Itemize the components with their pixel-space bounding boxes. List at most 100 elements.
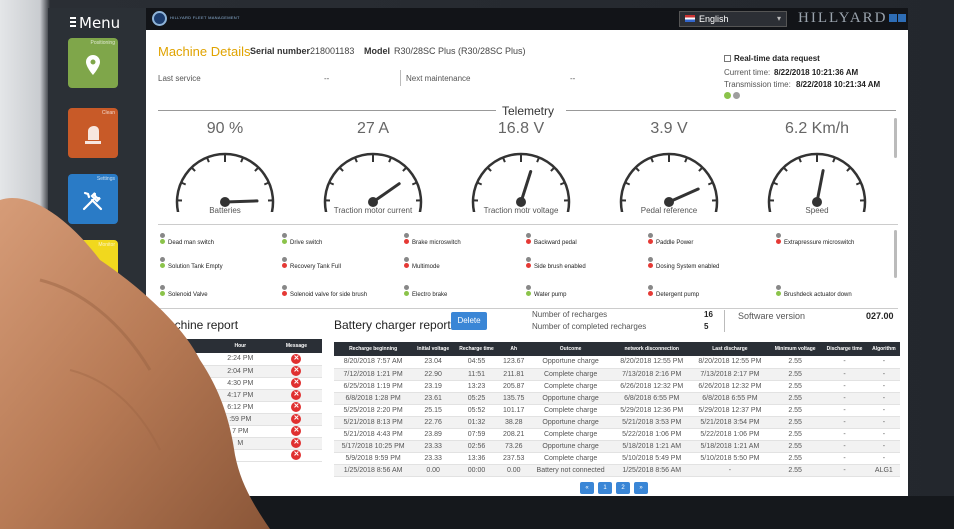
column-header[interactable]: Message (270, 339, 322, 353)
gauge-dial (175, 152, 275, 212)
gauge-label: Batteries (209, 206, 241, 215)
table-cell: - (821, 356, 868, 369)
table-cell: 205.87 (498, 380, 529, 393)
table-cell: 6/25/2018 1:19 PM (334, 380, 413, 393)
error-icon[interactable]: ✕ (291, 426, 302, 436)
column-header[interactable]: Initial voltage (412, 342, 455, 356)
table-cell: 04:55 (454, 356, 499, 369)
table-row[interactable]: 5/21/2018 4:43 PM 23.89 07:59 208.21 Complet… (334, 428, 900, 441)
table-row[interactable]: :59 PM ✕ (158, 413, 322, 426)
table-row[interactable]: 5/21/2018 8:13 PM 22.76 01:32 38.28 Opportun… (334, 416, 900, 429)
error-icon[interactable]: ✕ (291, 438, 302, 448)
error-icon[interactable]: ✕ (291, 378, 302, 388)
page-button[interactable]: 2 (616, 482, 630, 494)
table-row[interactable]: 4:30 PM ✕ (158, 377, 322, 390)
status-label: Multimode (412, 264, 440, 270)
menu-button[interactable]: Menu (70, 14, 120, 32)
table-cell: 7/13/2018 2:16 PM (612, 368, 691, 381)
column-header[interactable]: network disconnection (612, 342, 691, 356)
sidebar-tile-positioning[interactable]: Positioning (68, 38, 118, 88)
sidebar-tile-settings[interactable]: Settings (68, 174, 118, 224)
column-header[interactable]: Recharge time (454, 342, 499, 356)
gauge-value: 27 A (356, 120, 390, 137)
error-icon[interactable]: ✕ (291, 402, 302, 412)
table-cell: - (867, 356, 900, 369)
table-row[interactable]: 7 PM ✕ (158, 425, 322, 438)
table-cell: 101.17 (498, 404, 529, 417)
table-cell: - (867, 368, 900, 381)
status-indicator: Extrapressure microswitch (776, 233, 854, 246)
column-header[interactable]: Minimum voltage (769, 342, 822, 356)
table-cell: 22.76 (412, 416, 455, 429)
error-icon[interactable]: ✕ (291, 450, 302, 460)
hamburger-icon (70, 17, 76, 29)
cell-message: ✕ (270, 353, 322, 366)
table-row[interactable]: 5/25/2018 2:20 PM 25.15 05:52 101.17 Complet… (334, 404, 900, 417)
table-cell: - (867, 380, 900, 393)
machine-report-title: Machine report (158, 318, 239, 332)
table-row[interactable]: 0/2018 2:24 PM ✕ (158, 353, 322, 366)
table-row[interactable]: 6:12 PM ✕ (158, 401, 322, 414)
language-select[interactable]: English ▾ (679, 11, 787, 27)
error-icon[interactable]: ✕ (291, 366, 302, 376)
chevron-down-icon: ▾ (776, 14, 781, 23)
table-row[interactable]: 5/9/2018 9:59 PM 23.33 13:36 237.53 Complete… (334, 452, 900, 465)
column-header[interactable]: Outcome (528, 342, 613, 356)
table-row[interactable]: 018 2:04 PM ✕ (158, 365, 322, 378)
table-row[interactable]: 8/20/2018 7:57 AM 23.04 04:55 123.67 Opportu… (334, 356, 900, 369)
sidebar-tile-clean[interactable]: Clean (68, 108, 118, 158)
sidebar: Menu Positioning Clean Settings Monitor (48, 8, 148, 496)
gauge-label: Traction motr voltage (483, 206, 559, 215)
table-row[interactable]: 6/25/2018 1:19 PM 23.19 13:23 205.87 Complet… (334, 380, 900, 393)
status-indicator: Solenoid valve for side brush (282, 285, 367, 298)
telemetry-scrollbar[interactable] (894, 118, 897, 158)
column-header[interactable]: Hour (209, 339, 271, 353)
column-header[interactable]: Ah (498, 342, 529, 356)
column-header[interactable]: Algorithm (867, 342, 900, 356)
table-row[interactable]: 4:17 PM ✕ (158, 389, 322, 402)
sidebar-tile-monitor[interactable]: Monitor (68, 240, 118, 290)
delete-button[interactable]: Delete (451, 312, 487, 330)
cell-day (158, 377, 210, 390)
table-cell: Complete charge (528, 452, 613, 465)
column-header[interactable]: Discharge time (821, 342, 868, 356)
table-row[interactable]: 7/12/2018 1:21 PM 22.90 11:51 211.81 Complet… (334, 368, 900, 381)
table-row[interactable]: ✕ (158, 449, 322, 462)
table-cell: 2.55 (769, 440, 822, 453)
realtime-request-checkbox[interactable]: Real-time data request (724, 54, 820, 63)
table-cell: 23.33 (412, 452, 455, 465)
table-row[interactable]: M ✕ (158, 437, 322, 450)
table-cell: 5/21/2018 3:54 PM (690, 416, 769, 429)
error-icon[interactable]: ✕ (291, 390, 302, 400)
status-dot (648, 263, 653, 268)
cell-day (158, 401, 210, 414)
page-button[interactable]: » (634, 482, 648, 494)
table-row[interactable]: 6/8/2018 1:28 PM 23.61 05:25 135.75 Opportun… (334, 392, 900, 405)
cell-message: ✕ (270, 365, 322, 378)
error-icon[interactable]: ✕ (291, 353, 302, 364)
status-indicator: Brushdeck actuator down (776, 285, 852, 298)
status-dot-off (160, 285, 165, 290)
status-indicator: Electro brake (404, 285, 447, 298)
status-indicator: Dead man switch (160, 233, 214, 246)
status-dot-off (282, 257, 287, 262)
page-button[interactable]: « (580, 482, 594, 494)
status-label: Drive switch (290, 240, 323, 246)
telemetry-rule-right (566, 110, 896, 111)
cell-hour: :59 PM (209, 413, 271, 426)
model-label: Model (364, 46, 390, 56)
table-cell: Opportune charge (528, 440, 613, 453)
device-bezel-bottom (0, 496, 954, 529)
table-row[interactable]: 1/25/2018 8:56 AM 0.00 00:00 0.00 Battery no… (334, 464, 900, 477)
page-button[interactable]: 1 (598, 482, 612, 494)
brand-square-icon (888, 14, 897, 22)
status-dot-off (282, 285, 287, 290)
column-header[interactable]: Last discharge (690, 342, 769, 356)
cell-hour: 6:12 PM (209, 401, 271, 414)
column-header[interactable]: Day (158, 339, 210, 353)
status-scrollbar[interactable] (894, 230, 897, 278)
next-maintenance-value: -- (570, 74, 576, 83)
table-row[interactable]: 5/17/2018 10:25 PM 23.33 02:56 73.26 Opportu… (334, 440, 900, 453)
error-icon[interactable]: ✕ (291, 414, 302, 424)
column-header[interactable]: Recharge beginning (334, 342, 413, 356)
